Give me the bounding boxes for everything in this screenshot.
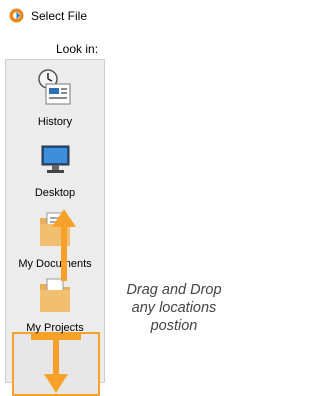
annotation-line: any locations <box>131 300 217 316</box>
history-icon <box>38 69 71 105</box>
look-in-label: Look in: <box>56 42 99 56</box>
projects-folder-icon <box>40 278 70 312</box>
desktop-icon <box>41 145 70 173</box>
place-label: My Projects <box>26 322 84 334</box>
arrow-up-icon <box>52 209 76 281</box>
app-icon <box>9 8 24 23</box>
place-label: Desktop <box>34 187 76 199</box>
drag-drop-annotation: Drag and Drop any locations postion <box>102 281 246 335</box>
annotation-line: Drag and Drop <box>126 282 222 298</box>
title-bar: Select File <box>0 0 246 32</box>
arrow-down-icon <box>44 334 68 393</box>
arrow-crossbar <box>31 334 81 340</box>
window-title: Select File <box>31 9 88 23</box>
annotation-line: postion <box>150 318 198 334</box>
place-label: History <box>37 116 73 128</box>
